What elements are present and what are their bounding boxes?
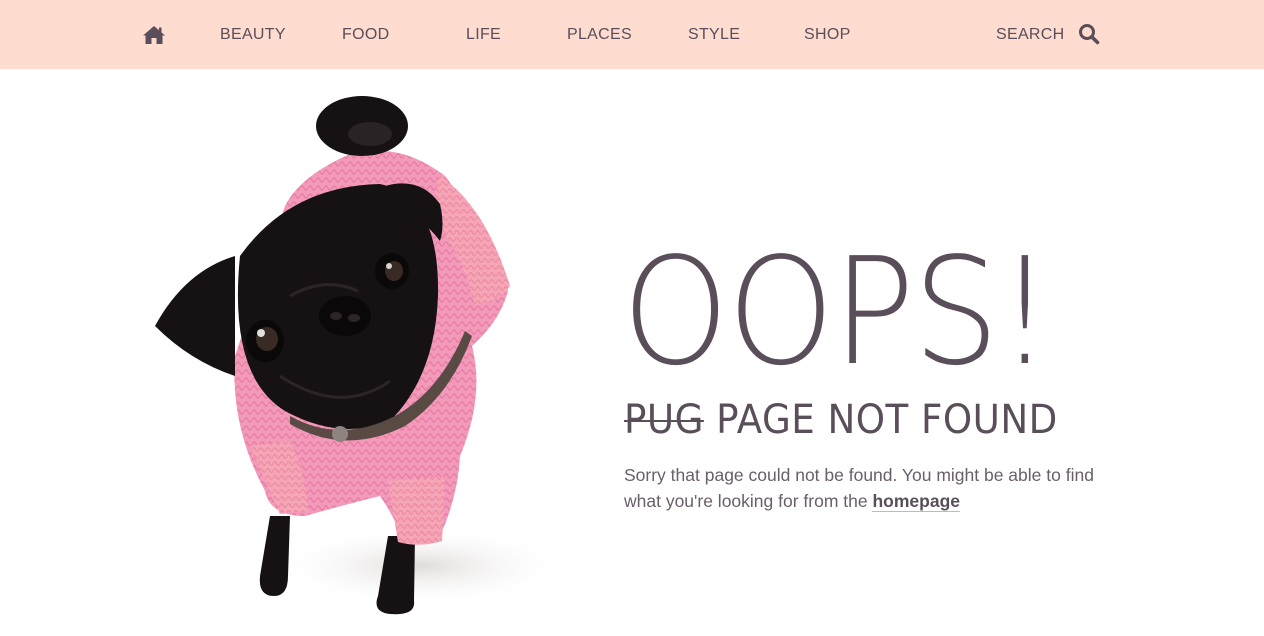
nav-item-life[interactable]: LIFE (466, 0, 501, 69)
nav-item-food[interactable]: FOOD (342, 0, 389, 69)
subtitle-rest: PAGE NOT FOUND (703, 397, 1058, 443)
search-link[interactable]: SEARCH (996, 0, 1064, 69)
home-icon (143, 25, 165, 44)
error-subtitle: PUG PAGE NOT FOUND (624, 396, 1058, 444)
pug-photo (140, 96, 580, 616)
nav-item-style[interactable]: STYLE (688, 0, 740, 69)
error-message-text: Sorry that page could not be found. You … (624, 465, 1094, 511)
homepage-link[interactable]: homepage (872, 491, 960, 512)
error-message: Sorry that page could not be found. You … (624, 462, 1094, 514)
nav-home-link[interactable] (143, 0, 165, 69)
error-heading-text: OOPS! (622, 226, 1052, 398)
search-icon[interactable] (1078, 23, 1100, 45)
top-navigation-bar: BEAUTY FOOD LIFE PLACES STYLE SHOP SEARC… (0, 0, 1264, 69)
nav-item-beauty[interactable]: BEAUTY (220, 0, 286, 69)
nav-item-places[interactable]: PLACES (567, 0, 632, 69)
struck-word: PUG (624, 397, 704, 443)
nav-item-shop[interactable]: SHOP (804, 0, 851, 69)
error-heading: OOPS! (622, 238, 1052, 386)
